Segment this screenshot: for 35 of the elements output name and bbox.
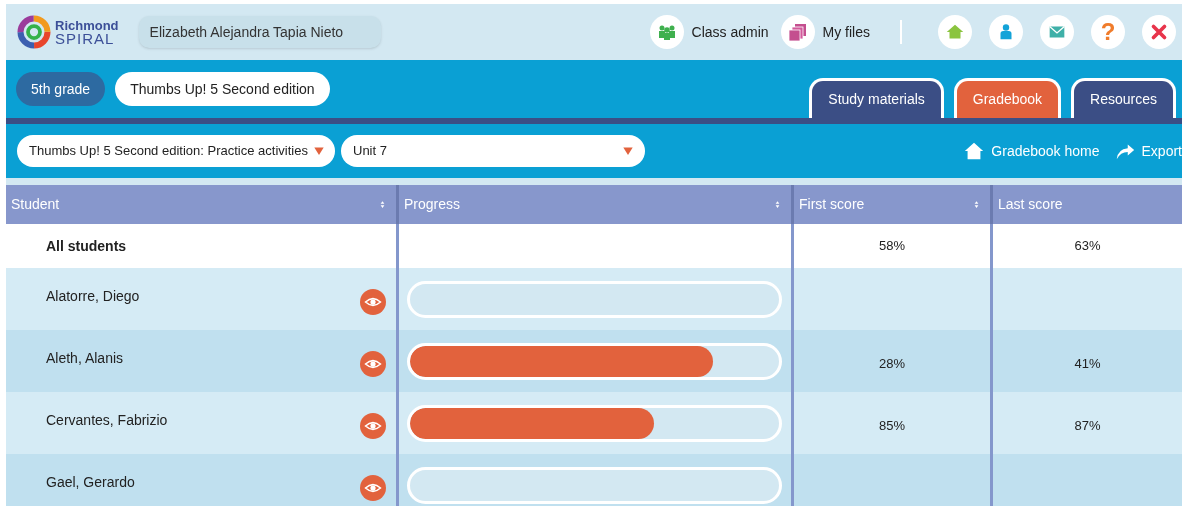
table-cell-text: 41% [1074,355,1101,374]
table-cell-text: 85% [879,417,905,436]
action-link[interactable]: Export [1113,140,1182,162]
table-cell-text: Gael, Gerardo [46,472,135,492]
table-cell-text: Cervantes, Fabrizio [46,410,168,430]
tab[interactable]: Resources [1071,78,1176,118]
header-link[interactable]: My files [780,15,870,49]
view-button[interactable] [360,475,386,501]
header-link[interactable]: Class admin [649,15,769,49]
table-cell-text: 63% [1073,237,1102,256]
table-cell-text: Alatorre, Diego [46,286,140,306]
grade-badge: 5th grade [16,72,106,106]
tab[interactable]: Gradebook [953,78,1062,118]
mail-button[interactable] [1040,15,1074,49]
action-link[interactable]: Gradebook home [963,140,1100,162]
course-label: Thumbs Up! 5 Second edition [115,72,330,106]
view-button[interactable] [360,289,386,315]
tab[interactable]: Study materials [809,78,944,118]
help-button[interactable]: ? [1091,15,1125,49]
user-name-field: Elizabeth Alejandra Tapia Nieto [138,16,381,48]
close-button[interactable] [1142,15,1176,49]
table-cell-text: 28% [879,355,905,374]
home-icon [963,140,986,162]
logo-icon [16,14,52,50]
dropdown[interactable]: Thumbs Up! 5 Second edition: Practice activities [17,135,335,167]
view-button[interactable] [360,351,386,377]
table-cell-text: Aleth, Alanis [46,348,124,368]
logo-text: SPIRAL [55,32,116,45]
profile-button[interactable] [989,15,1023,49]
column-header[interactable]: Last score [993,185,1182,224]
table-cell-text: 87% [1074,417,1101,436]
home-button[interactable] [938,15,972,49]
logo-text: Richmond [55,19,119,32]
dropdown[interactable]: Unit 7 [341,135,645,167]
view-button[interactable] [360,413,386,439]
